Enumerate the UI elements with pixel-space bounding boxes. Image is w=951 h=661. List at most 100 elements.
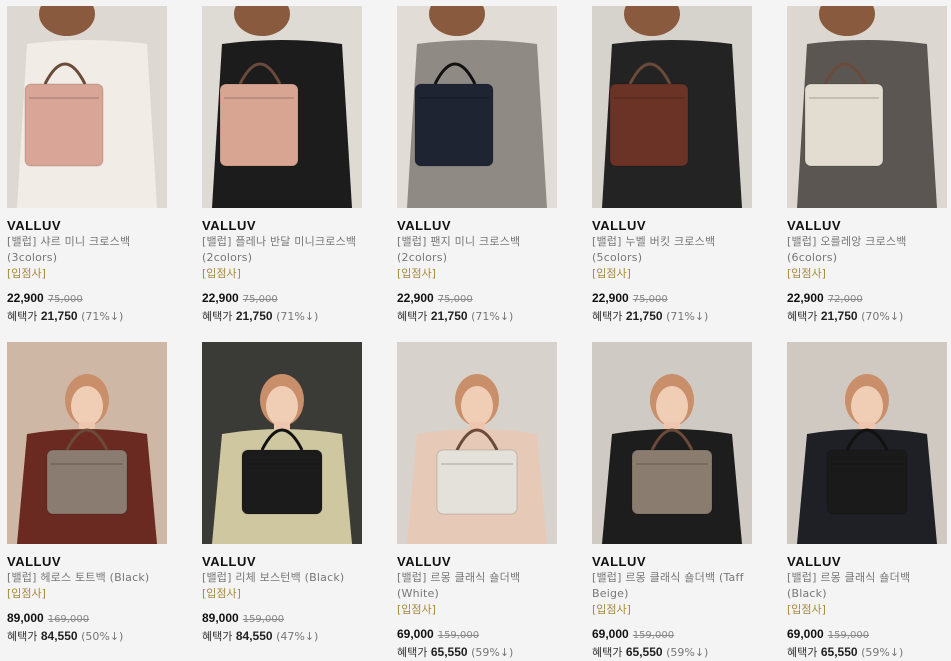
product-image[interactable] [397, 6, 557, 208]
sale-price: 22,900 [787, 291, 824, 305]
benefit-label: 혜택가 [202, 310, 233, 323]
original-price: 169,000 [47, 614, 90, 625]
original-price: 159,000 [437, 630, 480, 641]
vendor-tag: [입점사] [7, 267, 46, 280]
sale-price: 22,900 [7, 291, 44, 305]
product-photo [202, 342, 362, 544]
price-row: 89,000 169,000 [7, 610, 172, 628]
discount-rate: (59%↓) [861, 646, 904, 659]
benefit-price: 21,750 [235, 309, 273, 323]
product-image[interactable] [7, 342, 167, 544]
product-card[interactable]: VALLUV [밸럽] 르몽 클래식 숄더백 (Taff Beige) [입점사… [592, 342, 757, 661]
benefit-row: 혜택가 65,550 (59%↓) [787, 644, 951, 661]
benefit-row: 혜택가 65,550 (59%↓) [592, 644, 757, 661]
original-price: 72,000 [827, 294, 863, 305]
product-card[interactable]: VALLUV [밸럽] 헤로스 토트백 (Black) [입점사] 89,000… [7, 342, 172, 645]
vendor-tag: [입점사] [202, 267, 241, 280]
price-row: 22,900 75,000 [7, 290, 172, 308]
benefit-price: 84,550 [235, 629, 273, 643]
product-image[interactable] [592, 6, 752, 208]
product-photo [7, 6, 167, 208]
benefit-price: 21,750 [625, 309, 663, 323]
vendor-tag: [입점사] [7, 587, 46, 600]
product-brand: VALLUV [592, 554, 647, 569]
product-image[interactable] [787, 342, 947, 544]
original-price: 75,000 [437, 294, 473, 305]
sale-price: 22,900 [397, 291, 434, 305]
vendor-tag: [입점사] [397, 267, 436, 280]
product-name[interactable]: [밸럽] 르몽 클래식 숄더백 (Taff Beige) [592, 570, 757, 602]
product-brand: VALLUV [202, 218, 257, 233]
vendor-tag: [입점사] [592, 267, 631, 280]
product-name[interactable]: [밸럽] 플레나 반달 미니크로스백 (2colors) [202, 234, 367, 266]
price-row: 22,900 75,000 [397, 290, 562, 308]
benefit-row: 혜택가 21,750 (71%↓) [7, 308, 172, 325]
product-image[interactable] [592, 342, 752, 544]
product-brand: VALLUV [397, 554, 452, 569]
benefit-label: 혜택가 [202, 630, 233, 643]
benefit-label: 혜택가 [592, 310, 623, 323]
product-photo [397, 342, 557, 544]
discount-rate: (70%↓) [861, 310, 904, 323]
product-name[interactable]: [밸럽] 샤르 미니 크로스백 (3colors) [7, 234, 172, 266]
sale-price: 69,000 [787, 627, 824, 641]
product-card[interactable]: VALLUV [밸럽] 샤르 미니 크로스백 (3colors) [입점사] 2… [7, 6, 172, 325]
product-card[interactable]: VALLUV [밸럽] 리체 보스턴백 (Black) [입점사] 89,000… [202, 342, 367, 645]
product-photo [7, 342, 167, 544]
discount-rate: (71%↓) [471, 310, 514, 323]
product-brand: VALLUV [7, 554, 62, 569]
product-image[interactable] [787, 6, 947, 208]
benefit-label: 혜택가 [397, 310, 428, 323]
product-card[interactable]: VALLUV [밸럽] 오를레앙 크로스백 (6colors) [입점사] 22… [787, 6, 951, 325]
product-brand: VALLUV [592, 218, 647, 233]
product-name[interactable]: [밸럽] 르몽 클래식 숄더백 (White) [397, 570, 562, 602]
benefit-price: 65,550 [625, 645, 663, 659]
vendor-tag: [입점사] [592, 603, 631, 616]
product-name[interactable]: [밸럽] 리체 보스턴백 (Black) [202, 570, 367, 586]
product-card[interactable]: VALLUV [밸럽] 르몽 클래식 숄더백 (White) [입점사] 69,… [397, 342, 562, 661]
product-grid: VALLUV [밸럽] 샤르 미니 크로스백 (3colors) [입점사] 2… [0, 0, 951, 659]
original-price: 159,000 [827, 630, 870, 641]
benefit-label: 혜택가 [397, 646, 428, 659]
product-photo [397, 6, 557, 208]
benefit-label: 혜택가 [592, 646, 623, 659]
original-price: 75,000 [242, 294, 278, 305]
sale-price: 69,000 [397, 627, 434, 641]
product-card[interactable]: VALLUV [밸럽] 플레나 반달 미니크로스백 (2colors) [입점사… [202, 6, 367, 325]
product-name[interactable]: [밸럽] 헤로스 토트백 (Black) [7, 570, 172, 586]
benefit-row: 혜택가 84,550 (50%↓) [7, 628, 172, 645]
benefit-price: 21,750 [820, 309, 858, 323]
product-image[interactable] [202, 342, 362, 544]
benefit-price: 65,550 [820, 645, 858, 659]
product-name[interactable]: [밸럽] 팬지 미니 크로스백 (2colors) [397, 234, 562, 266]
sale-price: 89,000 [7, 611, 44, 625]
product-image[interactable] [202, 6, 362, 208]
product-card[interactable]: VALLUV [밸럽] 르몽 클래식 숄더백 (Black) [입점사] 69,… [787, 342, 951, 661]
product-brand: VALLUV [787, 218, 842, 233]
price-row: 89,000 159,000 [202, 610, 367, 628]
vendor-tag: [입점사] [397, 603, 436, 616]
price-row: 22,900 75,000 [592, 290, 757, 308]
benefit-row: 혜택가 65,550 (59%↓) [397, 644, 562, 661]
original-price: 75,000 [632, 294, 668, 305]
discount-rate: (50%↓) [81, 630, 124, 643]
product-name[interactable]: [밸럽] 오를레앙 크로스백 (6colors) [787, 234, 951, 266]
sale-price: 22,900 [202, 291, 239, 305]
product-image[interactable] [7, 6, 167, 208]
benefit-row: 혜택가 84,550 (47%↓) [202, 628, 367, 645]
product-name[interactable]: [밸럽] 누벨 버킷 크로스백 (5colors) [592, 234, 757, 266]
product-photo [592, 342, 752, 544]
original-price: 75,000 [47, 294, 83, 305]
product-photo [787, 6, 947, 208]
original-price: 159,000 [632, 630, 675, 641]
benefit-row: 혜택가 21,750 (70%↓) [787, 308, 951, 325]
product-card[interactable]: VALLUV [밸럽] 누벨 버킷 크로스백 (5colors) [입점사] 2… [592, 6, 757, 325]
product-card[interactable]: VALLUV [밸럽] 팬지 미니 크로스백 (2colors) [입점사] 2… [397, 6, 562, 325]
product-name[interactable]: [밸럽] 르몽 클래식 숄더백 (Black) [787, 570, 951, 602]
vendor-tag: [입점사] [202, 587, 241, 600]
product-image[interactable] [397, 342, 557, 544]
product-brand: VALLUV [397, 218, 452, 233]
product-brand: VALLUV [202, 554, 257, 569]
sale-price: 69,000 [592, 627, 629, 641]
benefit-label: 혜택가 [787, 310, 818, 323]
